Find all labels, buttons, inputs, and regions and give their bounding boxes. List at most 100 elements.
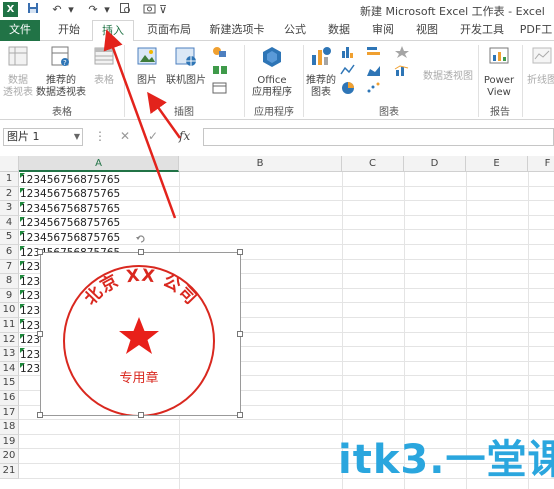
charts-group-label: 图表: [379, 107, 399, 118]
online-picture-button[interactable]: 联机图片: [164, 45, 208, 87]
tab-file[interactable]: 文件: [0, 20, 40, 41]
number-as-text-indicator-icon: [20, 202, 25, 208]
formula-bar-splitter-icon[interactable]: ⋮: [94, 129, 106, 143]
scatter-chart-icon[interactable]: [366, 81, 382, 95]
cell-a[interactable]: 123456756875765: [20, 216, 120, 230]
column-header-c[interactable]: C: [342, 156, 404, 172]
resize-handle-s[interactable]: [138, 412, 144, 418]
confirm-entry-icon[interactable]: ✓: [148, 129, 158, 143]
redo-icon[interactable]: ↷: [86, 2, 100, 18]
row-header[interactable]: 12: [0, 332, 19, 348]
tab-new-tab[interactable]: 新建选项卡: [204, 20, 270, 41]
row-header[interactable]: 2: [0, 186, 19, 202]
line-chart-icon[interactable]: [340, 63, 356, 77]
name-box-dropdown-icon[interactable]: ▼: [74, 129, 80, 145]
tab-home[interactable]: 开始: [50, 20, 88, 41]
undo-icon[interactable]: ↶: [50, 2, 64, 18]
seal-picture[interactable]: 北京 XX 公司 专用章: [37, 249, 243, 418]
row-header[interactable]: 15: [0, 376, 19, 391]
number-as-text-indicator-icon: [20, 319, 25, 324]
resize-handle-se[interactable]: [237, 412, 243, 418]
rotate-handle-icon[interactable]: [135, 233, 147, 245]
tab-review[interactable]: 审阅: [366, 20, 400, 41]
tab-pdf[interactable]: PDF工: [518, 20, 554, 41]
power-view-button[interactable]: Power View: [480, 45, 518, 99]
row-header[interactable]: 10: [0, 303, 19, 318]
row-header[interactable]: 7: [0, 259, 19, 275]
qat-customize-icon[interactable]: ⊽: [156, 2, 170, 18]
row-header[interactable]: 20: [0, 449, 19, 464]
sparkline-line-button[interactable]: 折线图: [524, 45, 554, 87]
row-header[interactable]: 9: [0, 288, 19, 304]
pivot-chart-button[interactable]: 数据透视图: [420, 71, 476, 83]
row-header[interactable]: 14: [0, 361, 19, 377]
tab-page-layout[interactable]: 页面布局: [140, 20, 198, 41]
print-preview-icon[interactable]: [118, 2, 132, 18]
cell-a[interactable]: 123456756875765: [20, 202, 120, 216]
combo-chart-icon[interactable]: [394, 63, 410, 77]
shapes-icon[interactable]: [212, 45, 228, 59]
row-header[interactable]: 1: [0, 172, 19, 187]
cell-a[interactable]: 123456756875765: [20, 231, 120, 245]
office-apps-button[interactable]: Office 应用程序: [246, 45, 298, 99]
camera-icon[interactable]: [142, 2, 156, 18]
table-row[interactable]: [19, 420, 554, 435]
cell-a[interactable]: 123456756875765: [20, 173, 120, 187]
select-all-corner[interactable]: [0, 156, 19, 172]
row-header[interactable]: 21: [0, 464, 19, 479]
undo-dropdown-icon[interactable]: ▾: [64, 2, 78, 18]
seal-type-label: 专用章: [119, 370, 158, 386]
tab-data[interactable]: 数据: [322, 20, 356, 41]
column-header-a[interactable]: A: [19, 156, 179, 172]
row-header[interactable]: 3: [0, 201, 19, 216]
recommended-pivot-button[interactable]: ? 推荐的 数据透视表: [34, 45, 88, 99]
picture-button[interactable]: 图片: [132, 45, 162, 87]
tab-formulas[interactable]: 公式: [278, 20, 312, 41]
resize-handle-e[interactable]: [237, 331, 243, 337]
resize-handle-nw[interactable]: [37, 249, 43, 255]
formula-input[interactable]: [203, 128, 554, 146]
row-header[interactable]: 8: [0, 274, 19, 289]
row-header[interactable]: 16: [0, 391, 19, 406]
cancel-entry-icon[interactable]: ✕: [120, 129, 130, 143]
resize-handle-ne[interactable]: [237, 249, 243, 255]
pie-chart-icon[interactable]: [340, 81, 356, 95]
save-icon[interactable]: [26, 2, 40, 18]
column-header-f[interactable]: F: [528, 156, 554, 172]
row-header[interactable]: 11: [0, 318, 19, 333]
company-seal-image: 北京 XX 公司 专用章: [63, 265, 215, 417]
row-header[interactable]: 18: [0, 420, 19, 435]
tab-developer[interactable]: 开发工具: [454, 20, 510, 41]
smartart-icon[interactable]: [212, 63, 228, 77]
ribbon-tabs: 文件 开始 插入 页面布局 新建选项卡 公式 数据 审阅 视图 开发工具 PDF…: [0, 20, 554, 42]
office-apps-label: Office 应用程序: [252, 75, 292, 98]
resize-handle-w[interactable]: [37, 331, 43, 337]
name-box[interactable]: 图片 1 ▼: [3, 128, 83, 146]
site-watermark: itk3.一堂课: [338, 437, 554, 483]
power-view-label: Power View: [483, 75, 515, 98]
area-chart-icon[interactable]: [366, 63, 382, 77]
pivot-table-button[interactable]: 数据 透视表: [2, 45, 34, 99]
tab-view[interactable]: 视图: [410, 20, 444, 41]
row-header[interactable]: 13: [0, 347, 19, 362]
table-button[interactable]: 表格: [90, 45, 118, 87]
insert-function-icon[interactable]: fx: [179, 129, 190, 143]
row-header[interactable]: 6: [0, 245, 19, 260]
recommended-charts-button[interactable]: 推荐的 图表: [304, 45, 338, 99]
stock-chart-icon[interactable]: [394, 45, 410, 59]
resize-handle-sw[interactable]: [37, 412, 43, 418]
screenshot-icon[interactable]: [212, 81, 228, 95]
column-chart-icon[interactable]: [340, 45, 356, 59]
bar-chart-icon[interactable]: [366, 45, 382, 59]
tab-insert[interactable]: 插入: [92, 20, 134, 42]
column-header-b[interactable]: B: [179, 156, 342, 172]
row-header[interactable]: 5: [0, 230, 19, 245]
row-header[interactable]: 17: [0, 405, 19, 421]
resize-handle-n[interactable]: [138, 249, 144, 255]
column-header-d[interactable]: D: [404, 156, 466, 172]
cell-a[interactable]: 123456756875765: [20, 187, 120, 201]
column-header-e[interactable]: E: [466, 156, 528, 172]
row-header[interactable]: 19: [0, 434, 19, 450]
row-header[interactable]: 4: [0, 215, 19, 231]
redo-dropdown-icon[interactable]: ▾: [100, 2, 114, 18]
